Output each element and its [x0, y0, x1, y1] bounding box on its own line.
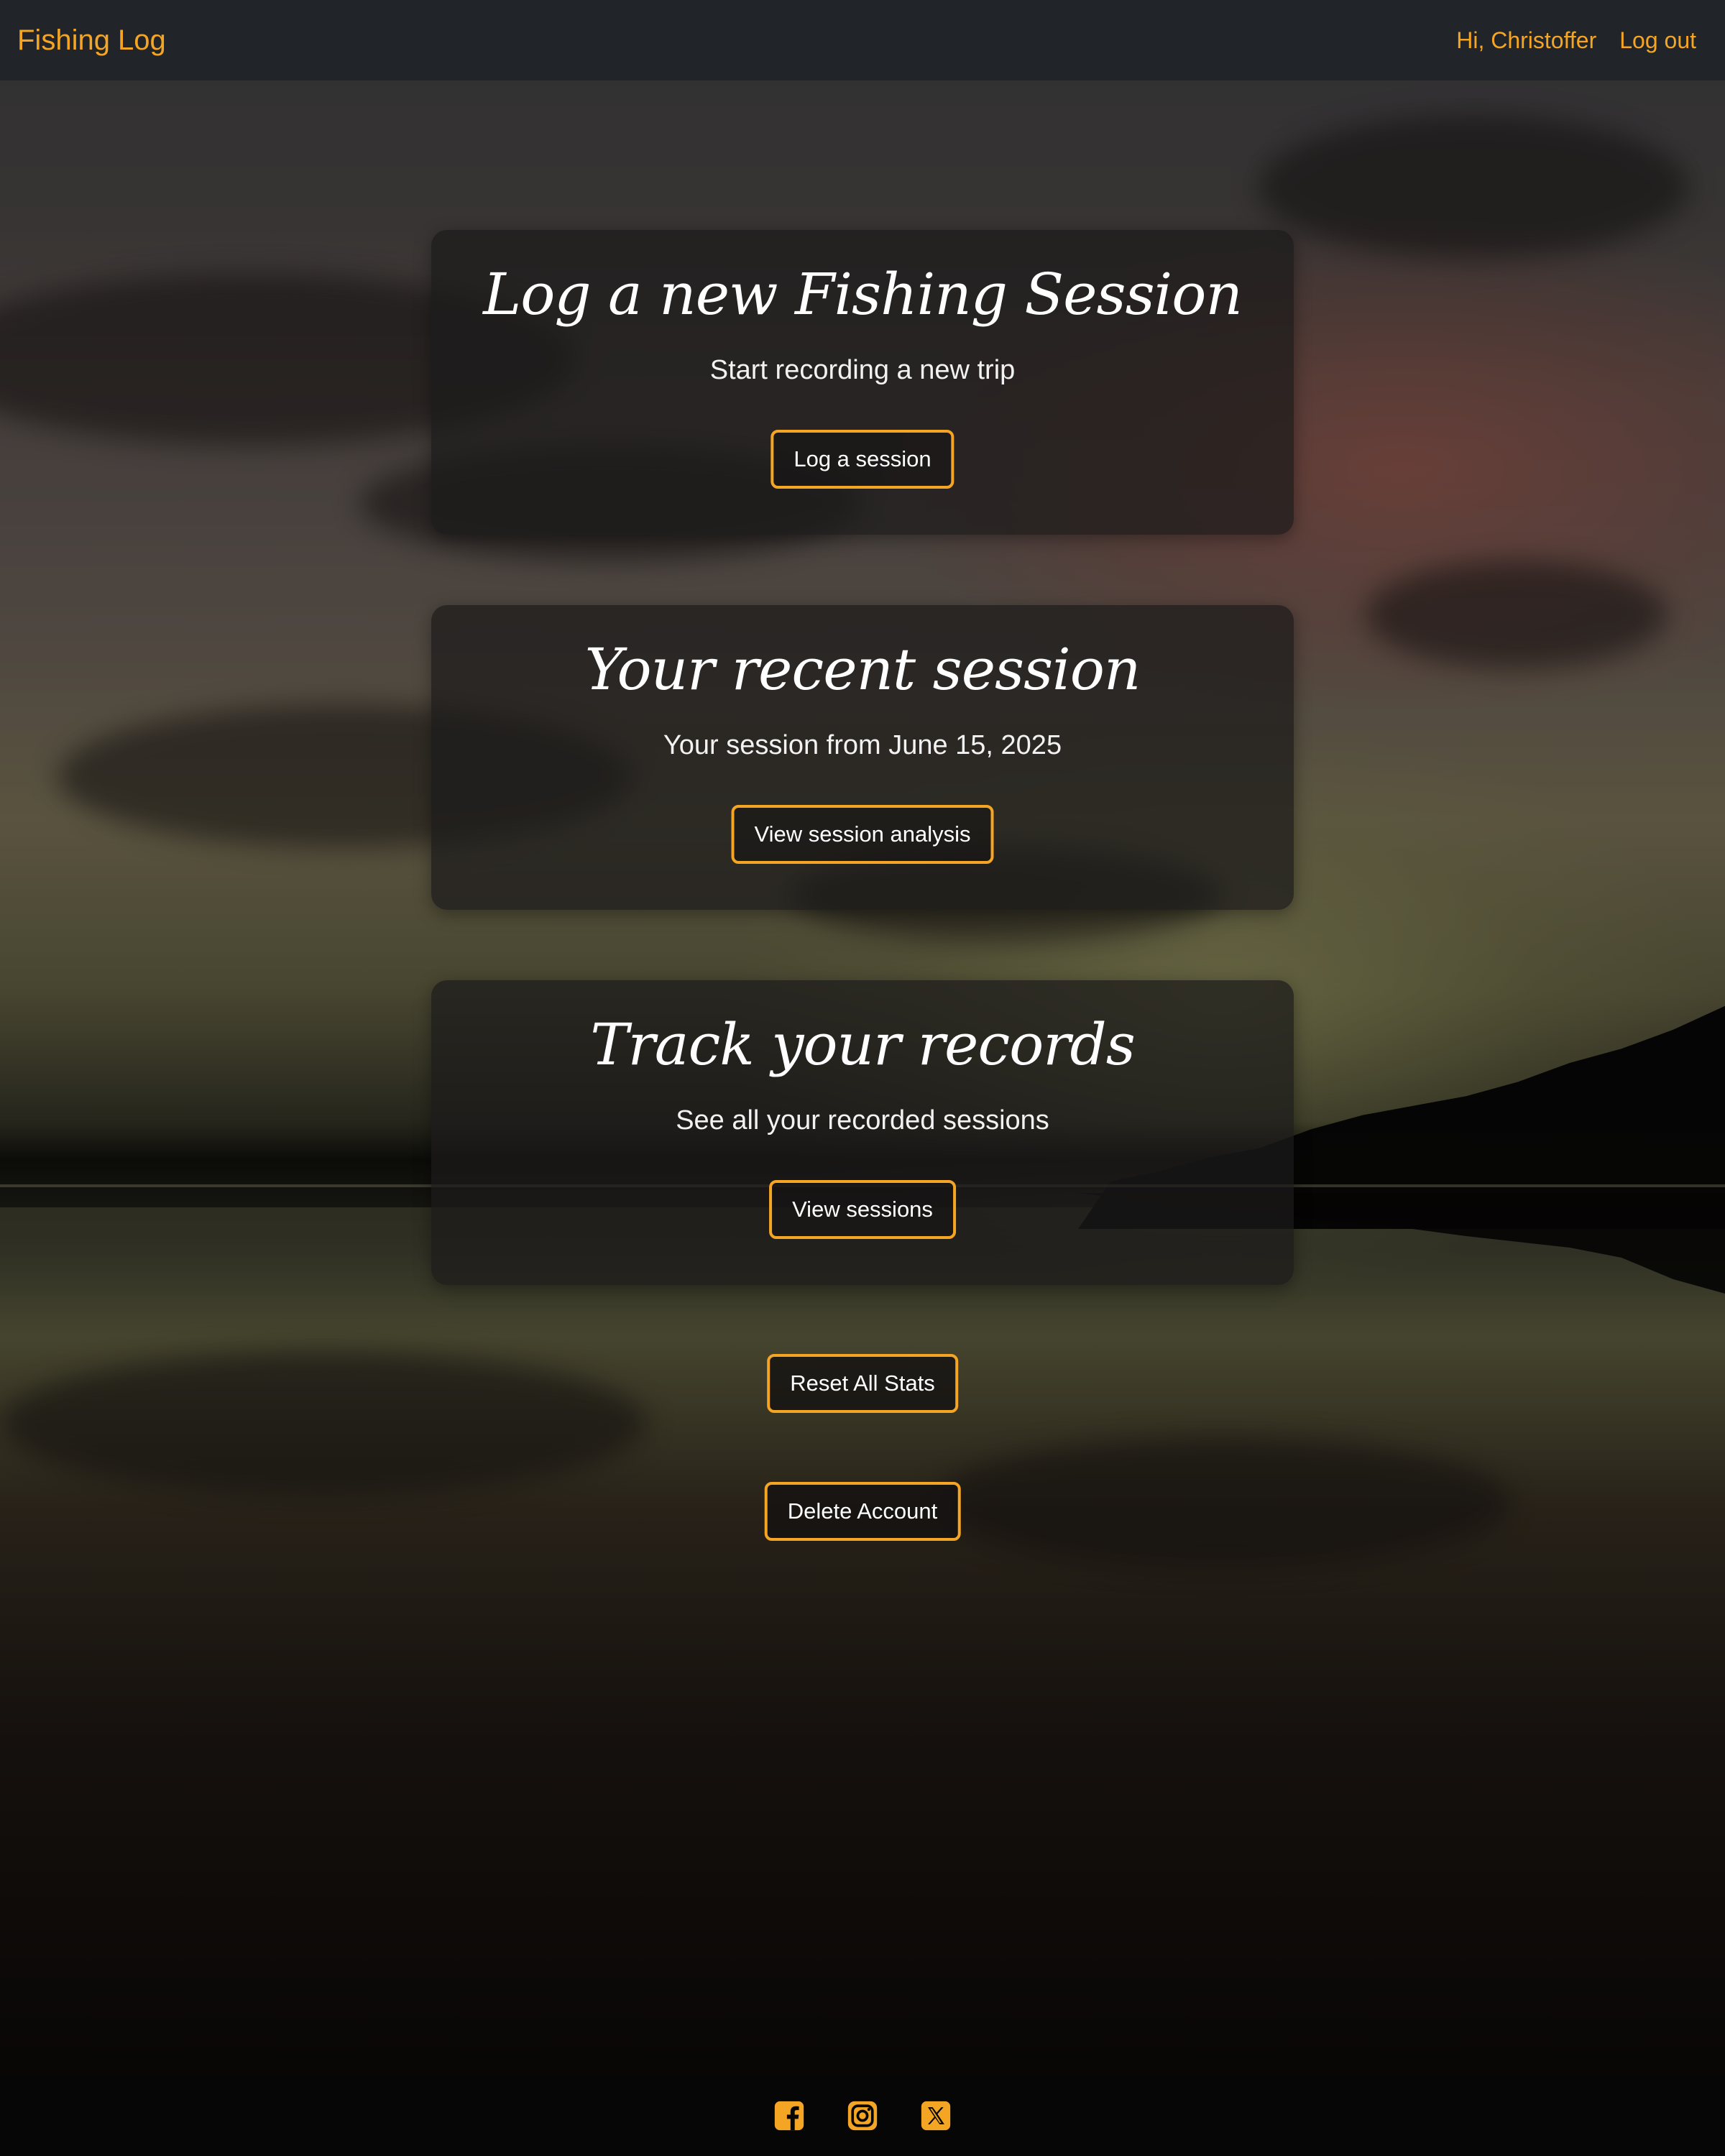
user-greeting-link[interactable]: Hi, Christoffer — [1456, 22, 1596, 59]
card-subtitle: Start recording a new trip — [709, 355, 1016, 385]
footer — [0, 2076, 1725, 2156]
view-sessions-button[interactable]: View sessions — [769, 1180, 956, 1239]
view-session-analysis-button[interactable]: View session analysis — [731, 805, 994, 864]
brand-link[interactable]: Fishing Log — [17, 22, 166, 59]
card-title: Track your records — [590, 1011, 1136, 1078]
card-subtitle: See all your recorded sessions — [676, 1105, 1049, 1135]
card-title: Log a new Fishing Session — [483, 261, 1243, 328]
recent-session-card: Your recent session Your session from Ju… — [431, 605, 1294, 910]
facebook-link[interactable] — [773, 2100, 805, 2132]
instagram-icon — [847, 2101, 878, 2131]
delete-account-button[interactable]: Delete Account — [764, 1482, 961, 1541]
reset-all-stats-button[interactable]: Reset All Stats — [767, 1354, 958, 1413]
nav-right: Hi, Christoffer Log out — [1456, 22, 1696, 59]
log-session-card: Log a new Fishing Session Start recordin… — [431, 230, 1294, 535]
card-title: Your recent session — [584, 636, 1141, 703]
instagram-link[interactable] — [847, 2100, 878, 2132]
logout-link[interactable]: Log out — [1619, 22, 1696, 59]
x-twitter-icon — [921, 2101, 951, 2131]
track-records-card: Track your records See all your recorded… — [431, 980, 1294, 1285]
card-subtitle: Your session from June 15, 2025 — [663, 730, 1062, 760]
log-session-button[interactable]: Log a session — [770, 430, 954, 489]
x-twitter-link[interactable] — [920, 2100, 952, 2132]
facebook-icon — [774, 2101, 804, 2131]
top-navbar: Fishing Log Hi, Christoffer Log out — [0, 0, 1725, 80]
